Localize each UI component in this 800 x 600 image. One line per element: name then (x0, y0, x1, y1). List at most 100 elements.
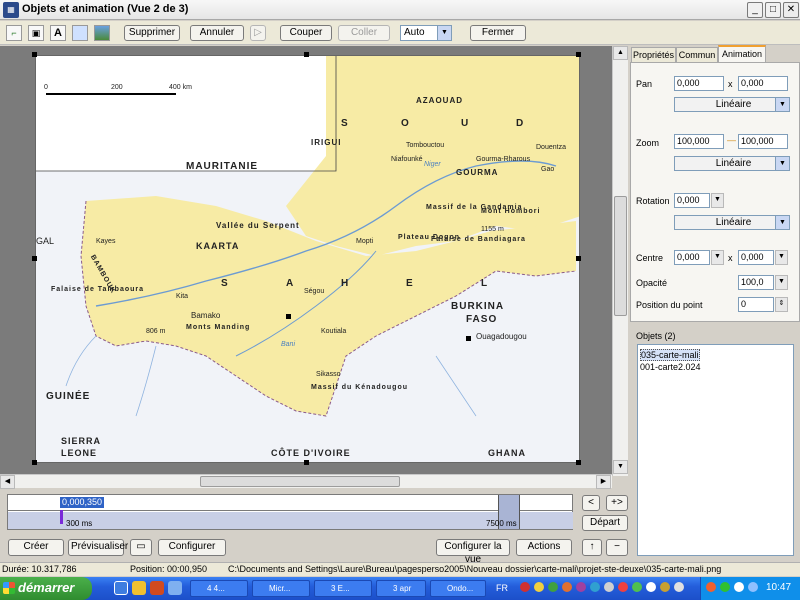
taskbar-item[interactable]: 3 E... (314, 580, 372, 597)
screen-icon[interactable]: ▭ (130, 539, 152, 556)
tray-icon[interactable] (632, 582, 642, 592)
centre-x-field[interactable]: 0,000 (674, 250, 710, 265)
creer-button[interactable]: Créer (8, 539, 64, 556)
map-image[interactable]: 0 200 400 km MAURITANIE AZAOUAD IRIGUI S… (35, 55, 580, 463)
minimize-button[interactable]: _ (747, 2, 763, 18)
close-button[interactable]: ✕ (783, 2, 799, 18)
timeline-add-button[interactable]: +> (606, 495, 628, 511)
pan-y-field[interactable]: 0,000 (738, 76, 788, 91)
tray-icon[interactable] (646, 582, 656, 592)
network-icon[interactable] (748, 582, 758, 592)
taskbar-item[interactable]: Ondo... (430, 580, 486, 597)
picture-icon[interactable] (94, 25, 110, 41)
pan-interp-select[interactable]: Linéaire ▼ (674, 97, 790, 112)
rectangle-icon[interactable] (72, 25, 88, 41)
actions-button[interactable]: Actions (516, 539, 572, 556)
text-icon[interactable]: A (50, 25, 66, 41)
configurer-button[interactable]: Configurer (158, 539, 226, 556)
tray-icon[interactable] (720, 582, 730, 592)
scroll-left-icon[interactable]: ◀ (0, 475, 15, 489)
volume-icon[interactable] (734, 582, 744, 592)
resize-handle-t[interactable] (304, 52, 309, 57)
timeline-cursor[interactable] (60, 510, 63, 524)
label-sahel-s: S (221, 278, 229, 289)
horizontal-scroll-thumb[interactable] (200, 476, 400, 487)
horizontal-scrollbar[interactable]: ◀ ▶ (0, 474, 612, 489)
quicklaunch-ie-icon[interactable] (114, 581, 128, 595)
opacite-dropdown-icon[interactable]: ▼ (775, 275, 788, 290)
annuler-button[interactable]: Annuler (190, 25, 244, 41)
label-alt-806: 806 m (146, 328, 166, 335)
rotation-dropdown-icon[interactable]: ▼ (711, 193, 724, 208)
timeline-prev-button[interactable]: < (582, 495, 600, 511)
quicklaunch-firefox-icon[interactable] (150, 581, 164, 595)
quicklaunch-desktop-icon[interactable] (168, 581, 182, 595)
tray-icon[interactable] (562, 582, 572, 592)
coller-button[interactable]: Coller (338, 25, 390, 41)
resize-handle-bl[interactable] (32, 460, 37, 465)
tab-animation[interactable]: Animation (718, 45, 766, 63)
quicklaunch-media-icon[interactable] (132, 581, 146, 595)
centre-y-dropdown-icon[interactable]: ▼ (775, 250, 788, 265)
maximize-button[interactable]: □ (765, 2, 781, 18)
list-item[interactable]: 001-carte2.024 (640, 362, 701, 372)
zoom-link-icon[interactable]: — (727, 135, 736, 145)
centre-y-field[interactable]: 0,000 (738, 250, 774, 265)
fermer-button[interactable]: Fermer (470, 25, 526, 41)
tray-icon[interactable] (520, 582, 530, 592)
list-item[interactable]: 035-carte-mali (640, 349, 700, 361)
tray-icon[interactable] (618, 582, 628, 592)
tray-icon[interactable] (590, 582, 600, 592)
tab-commun[interactable]: Commun (676, 47, 718, 62)
scroll-down-icon[interactable]: ▼ (613, 460, 628, 474)
resize-handle-b[interactable] (304, 460, 309, 465)
position-stepper-icon[interactable]: ⇕ (775, 297, 788, 312)
scroll-up-icon[interactable]: ▲ (613, 46, 628, 60)
depart-button[interactable]: Départ (582, 515, 628, 531)
app-icon[interactable]: ▦ (3, 2, 19, 18)
tray-icon[interactable] (548, 582, 558, 592)
language-indicator[interactable]: FR (496, 583, 508, 593)
resize-handle-r[interactable] (576, 256, 581, 261)
resize-handle-tr[interactable] (576, 52, 581, 57)
mode-select[interactable]: Auto ▼ (400, 25, 452, 41)
tray-icon[interactable] (674, 582, 684, 592)
tray-icon[interactable] (660, 582, 670, 592)
rotation-interp-select[interactable]: Linéaire ▼ (674, 215, 790, 230)
mode-select-value: Auto (404, 27, 425, 38)
couper-button[interactable]: Couper (280, 25, 332, 41)
tab-proprietes[interactable]: Propriétés (631, 47, 676, 62)
scroll-right-icon[interactable]: ▶ (596, 475, 611, 489)
vertical-scrollbar[interactable]: ▲ ▼ (612, 46, 628, 476)
tray-icon[interactable] (534, 582, 544, 592)
centre-x-dropdown-icon[interactable]: ▼ (711, 250, 724, 265)
configurer-la-vue-button[interactable]: Configurer la vue (436, 539, 510, 565)
supprimer-button[interactable]: Supprimer (124, 25, 180, 41)
resize-handle-br[interactable] (576, 460, 581, 465)
move-up-button[interactable]: ↑ (582, 539, 602, 556)
resize-handle-l[interactable] (32, 256, 37, 261)
remove-button[interactable]: − (606, 539, 628, 556)
status-position: Position: 00:00,950 (130, 564, 208, 574)
resize-handle-tl[interactable] (32, 52, 37, 57)
zoom-interp-select[interactable]: Linéaire ▼ (674, 156, 790, 171)
zoom-x-field[interactable]: 100,000 (674, 134, 724, 149)
taskbar-item[interactable]: Micr... (252, 580, 310, 597)
opacite-field[interactable]: 100,0 (738, 275, 774, 290)
tray-icon[interactable] (576, 582, 586, 592)
vertical-scroll-thumb[interactable] (614, 196, 627, 316)
label-mauritanie: MAURITANIE (186, 161, 259, 172)
zoom-y-field[interactable]: 100,000 (738, 134, 788, 149)
position-field[interactable]: 0 (738, 297, 774, 312)
taskbar-item[interactable]: 3 apr (376, 580, 426, 597)
image-icon[interactable]: ▣ (28, 25, 44, 41)
label-leone: LEONE (61, 448, 98, 458)
pan-x-field[interactable]: 0,000 (674, 76, 724, 91)
rotation-field[interactable]: 0,000 (674, 193, 710, 208)
redo-icon[interactable]: ▷ (250, 25, 266, 41)
crop-icon[interactable]: ⌐ (6, 25, 22, 41)
tray-icon[interactable] (706, 582, 716, 592)
taskbar-item[interactable]: 4 4... (190, 580, 248, 597)
tray-icon[interactable] (604, 582, 614, 592)
previsualiser-button[interactable]: Prévisualiser (68, 539, 128, 556)
